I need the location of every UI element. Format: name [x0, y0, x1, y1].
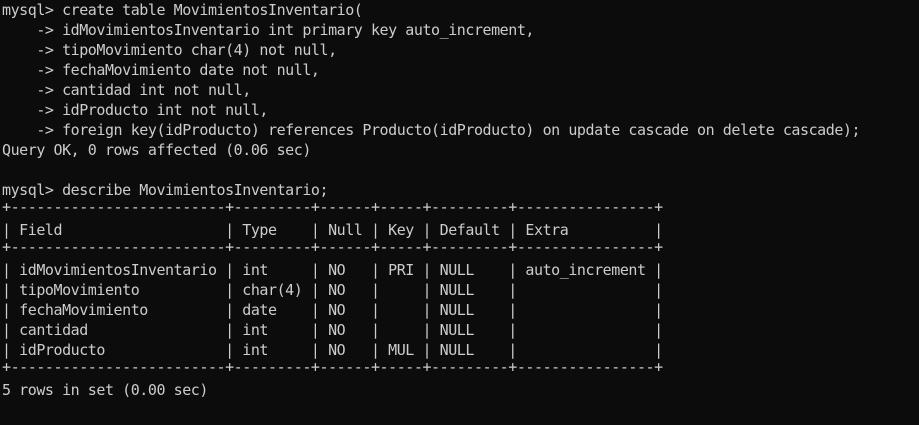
- query-result-line: Query OK, 0 rows affected (0.06 sec): [2, 141, 311, 159]
- table-border: +-------------------------+---------+---…: [2, 200, 663, 216]
- continuation-line: -> idMovimientosInventario int primary k…: [2, 21, 535, 39]
- table-row: | cantidad | int | NO | | NULL | |: [2, 321, 663, 339]
- create-command-line: mysql> create table MovimientosInventari…: [2, 1, 363, 19]
- rows-summary-line: 5 rows in set (0.00 sec): [2, 381, 208, 399]
- continuation-line: -> tipoMovimiento char(4) not null,: [2, 41, 337, 59]
- table-header-row: | Field | Type | Null | Key | Default | …: [2, 221, 663, 239]
- continuation-line: -> foreign key(idProducto) references Pr…: [2, 121, 861, 139]
- table-border: +-------------------------+---------+---…: [2, 240, 663, 256]
- describe-command-line: mysql> describe MovimientosInventario;: [2, 181, 329, 199]
- table-row: | tipoMovimiento | char(4) | NO | | NULL…: [2, 281, 663, 299]
- terminal-window[interactable]: mysql> create table MovimientosInventari…: [0, 0, 919, 425]
- table-row: | idMovimientosInventario | int | NO | P…: [2, 261, 663, 279]
- table-row: | idProducto | int | NO | MUL | NULL | |: [2, 341, 663, 359]
- continuation-line: -> idProducto int not null,: [2, 101, 269, 119]
- table-border: +-------------------------+---------+---…: [2, 360, 663, 376]
- continuation-line: -> fechaMovimiento date not null,: [2, 61, 320, 79]
- continuation-line: -> cantidad int not null,: [2, 81, 251, 99]
- table-row: | fechaMovimiento | date | NO | | NULL |…: [2, 301, 663, 319]
